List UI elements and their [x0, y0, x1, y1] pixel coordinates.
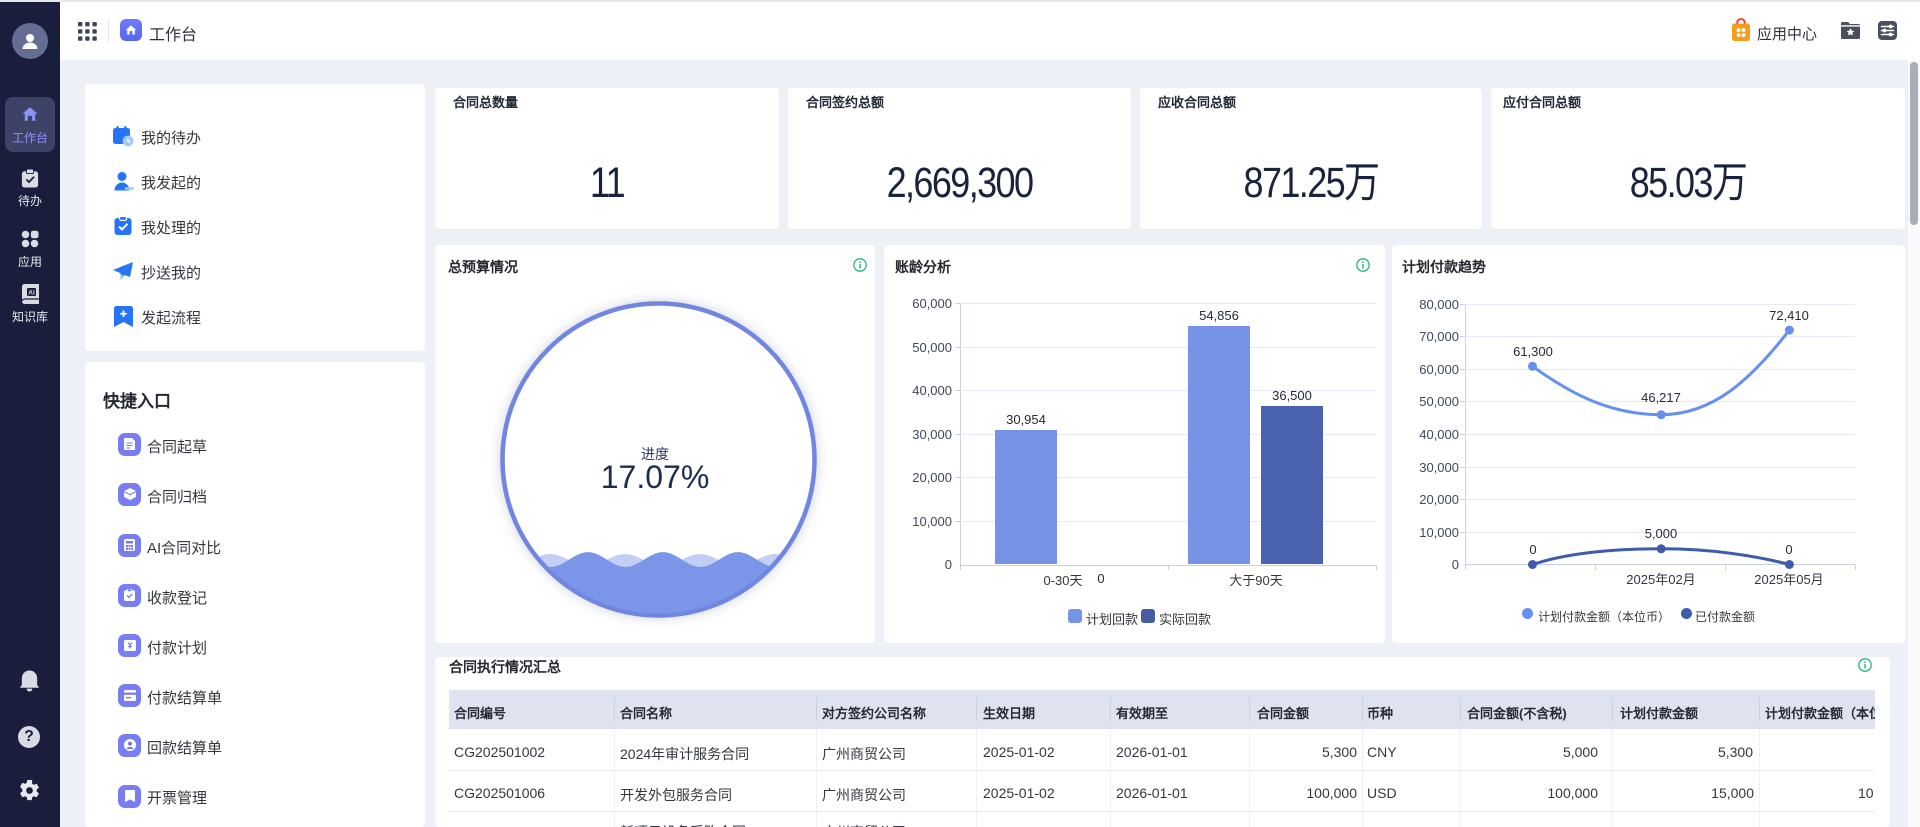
- svg-text:AI: AI: [28, 290, 35, 297]
